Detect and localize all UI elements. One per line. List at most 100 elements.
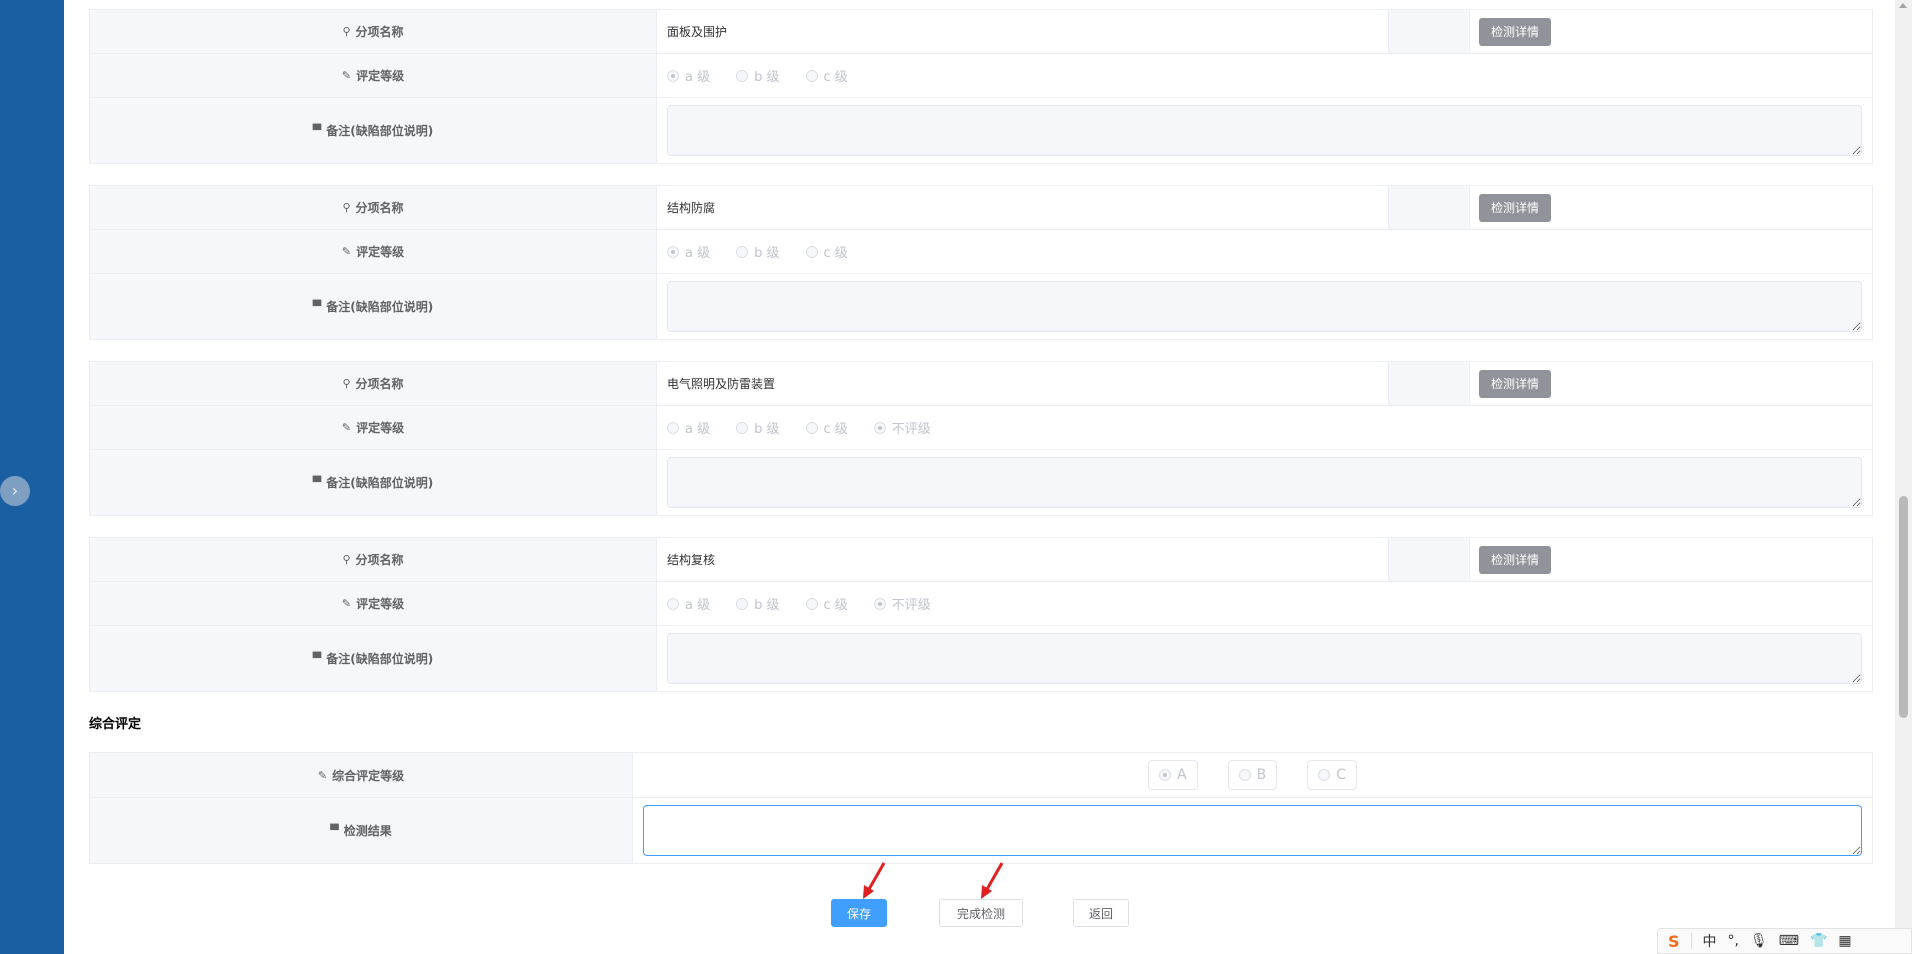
scroll-up-icon[interactable] xyxy=(1899,3,1907,8)
grade-option[interactable]: a 级 xyxy=(667,242,710,261)
radio-circle[interactable] xyxy=(805,245,818,258)
inspection-detail-button[interactable]: 检测详情 xyxy=(1479,545,1552,574)
radio-circle[interactable] xyxy=(1238,769,1251,781)
summary-grade-label-cell: ✎ 综合评定等级 xyxy=(90,753,633,797)
grade-option[interactable]: b 级 xyxy=(736,594,780,613)
finish-inspection-button[interactable]: 完成检测 xyxy=(939,899,1023,927)
comment-icon: ▀ xyxy=(312,476,322,489)
radio-circle[interactable] xyxy=(736,421,749,434)
radio-circle[interactable] xyxy=(667,69,679,82)
inspection-detail-button[interactable]: 检测详情 xyxy=(1479,369,1552,398)
blank-cell xyxy=(1389,10,1470,53)
grade-option[interactable]: b 级 xyxy=(736,66,780,85)
item-name-value: 面板及围护 xyxy=(657,10,1389,53)
remark-label: 备注(缺陷部位说明) xyxy=(326,300,434,314)
item-name-label-cell: ⚲ 分项名称 xyxy=(90,10,657,53)
scrollbar-thumb[interactable] xyxy=(1899,496,1908,718)
radio-circle[interactable] xyxy=(805,69,818,82)
radio-circle[interactable] xyxy=(1318,769,1331,781)
inspection-sections: ⚲ 分项名称 面板及围护 检测详情 ✎ 评定等级 a 级 b 级 c 级 ▀ 备… xyxy=(89,9,1873,692)
grade-option-label: a 级 xyxy=(685,70,711,85)
grade-option[interactable]: a 级 xyxy=(667,594,710,613)
comment-icon: ▀ xyxy=(312,652,322,665)
remark-label-cell: ▀ 备注(缺陷部位说明) xyxy=(90,98,657,163)
radio-circle[interactable] xyxy=(805,421,818,434)
keyboard-icon[interactable]: ⌨ xyxy=(1779,933,1799,949)
radio-circle[interactable] xyxy=(667,597,679,610)
save-button[interactable]: 保存 xyxy=(831,899,887,927)
grade-option-label: 不评级 xyxy=(891,422,931,437)
grade-option-label: a 级 xyxy=(685,422,711,437)
pencil-icon: ✎ xyxy=(341,421,352,434)
grade-option-label: c 级 xyxy=(823,246,848,261)
summary-grade-option[interactable]: A xyxy=(1148,760,1198,790)
remark-textarea[interactable] xyxy=(667,281,1862,332)
grade-option[interactable]: c 级 xyxy=(805,242,848,261)
remark-textarea[interactable] xyxy=(667,105,1862,156)
result-textarea[interactable] xyxy=(643,805,1862,856)
comment-icon: ▀ xyxy=(312,124,322,137)
item-name-label-cell: ⚲ 分项名称 xyxy=(90,538,657,581)
grade-label: 评定等级 xyxy=(356,69,405,83)
grade-option[interactable]: a 级 xyxy=(667,418,710,437)
grid-icon[interactable]: ▦ xyxy=(1838,933,1851,949)
inspection-detail-button[interactable]: 检测详情 xyxy=(1479,193,1552,222)
remark-label-cell: ▀ 备注(缺陷部位说明) xyxy=(90,626,657,691)
radio-circle[interactable] xyxy=(667,421,679,434)
grade-option[interactable]: c 级 xyxy=(805,66,848,85)
pencil-icon: ✎ xyxy=(341,597,352,610)
grade-option[interactable]: 不评级 xyxy=(873,418,931,437)
item-name-label: 分项名称 xyxy=(355,553,404,567)
remark-textarea[interactable] xyxy=(667,633,1862,684)
item-name-label-cell: ⚲ 分项名称 xyxy=(90,362,657,405)
radio-circle[interactable] xyxy=(1159,769,1172,781)
remark-label-cell: ▀ 备注(缺陷部位说明) xyxy=(90,274,657,339)
user-icon: ⚲ xyxy=(342,553,351,566)
grade-option[interactable]: a 级 xyxy=(667,66,710,85)
result-label-cell: ▀ 检测结果 xyxy=(90,798,633,863)
grade-label-cell: ✎ 评定等级 xyxy=(90,54,657,97)
item-name-label: 分项名称 xyxy=(355,25,404,39)
item-name-value: 结构防腐 xyxy=(657,186,1389,229)
remark-textarea[interactable] xyxy=(667,457,1862,508)
back-button[interactable]: 返回 xyxy=(1073,899,1129,927)
summary-grade-option[interactable]: C xyxy=(1307,760,1357,790)
radio-circle[interactable] xyxy=(736,69,749,82)
grade-option[interactable]: 不评级 xyxy=(873,594,931,613)
grade-option[interactable]: c 级 xyxy=(805,418,848,437)
grade-option-label: b 级 xyxy=(754,598,780,613)
inspection-detail-button[interactable]: 检测详情 xyxy=(1479,17,1552,46)
summary-table: ✎ 综合评定等级 A B C ▀ 检测结果 xyxy=(89,752,1873,864)
expand-sidebar-button[interactable]: › xyxy=(0,476,30,506)
radio-circle[interactable] xyxy=(805,597,818,610)
punctuation-icon[interactable]: °, xyxy=(1728,933,1739,949)
user-icon: ⚲ xyxy=(342,377,351,390)
remark-label: 备注(缺陷部位说明) xyxy=(326,652,434,666)
radio-circle[interactable] xyxy=(736,245,749,258)
ime-mode-toggle[interactable]: 中 xyxy=(1703,931,1717,951)
radio-circle[interactable] xyxy=(873,421,886,434)
grade-label: 评定等级 xyxy=(356,421,405,435)
microphone-icon[interactable]: 🎙 xyxy=(1750,933,1768,949)
radio-circle[interactable] xyxy=(667,245,679,258)
sogou-logo-icon[interactable]: S xyxy=(1668,932,1680,951)
summary-grade-label: 综合评定等级 xyxy=(332,768,405,783)
summary-title: 综合评定 xyxy=(89,717,142,732)
comment-icon: ▀ xyxy=(312,300,322,313)
grade-option[interactable]: b 级 xyxy=(736,418,780,437)
remark-label: 备注(缺陷部位说明) xyxy=(326,476,434,490)
annotation-arrow-icon xyxy=(863,862,886,899)
skin-icon[interactable]: 👕 xyxy=(1810,933,1827,949)
summary-grade-option[interactable]: B xyxy=(1227,760,1278,790)
grade-option-label: c 级 xyxy=(823,422,848,437)
vertical-scrollbar[interactable] xyxy=(1895,0,1912,954)
pencil-icon: ✎ xyxy=(341,245,352,258)
grade-option[interactable]: c 级 xyxy=(805,594,848,613)
grade-label-cell: ✎ 评定等级 xyxy=(90,406,657,449)
radio-circle[interactable] xyxy=(873,597,886,610)
radio-circle[interactable] xyxy=(736,597,749,610)
grade-label: 评定等级 xyxy=(356,245,405,259)
item-name-label: 分项名称 xyxy=(355,201,404,215)
grade-option[interactable]: b 级 xyxy=(736,242,780,261)
remark-label-cell: ▀ 备注(缺陷部位说明) xyxy=(90,450,657,515)
